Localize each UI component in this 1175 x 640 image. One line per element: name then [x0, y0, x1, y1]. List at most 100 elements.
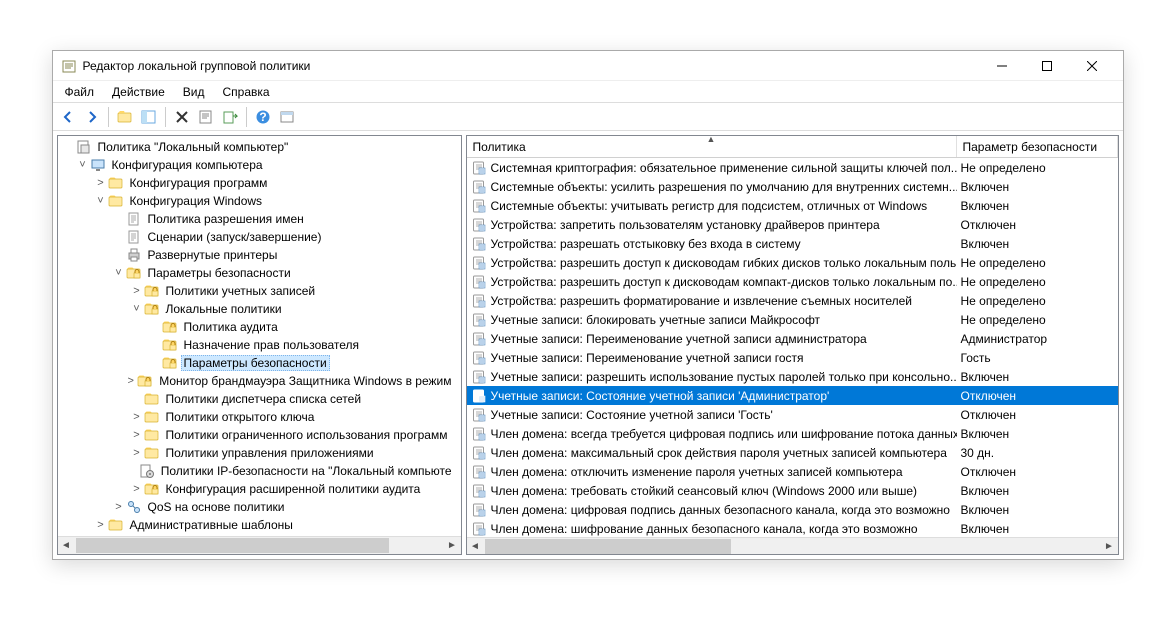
delete-button[interactable]	[171, 106, 193, 128]
tree-item-label: Политики ограниченного использования про…	[163, 427, 451, 443]
tree-item[interactable]: ˅Локальные политики	[58, 300, 461, 318]
expand-toggle[interactable]: ˅	[76, 159, 90, 171]
policy-name: Член домена: требовать стойкий сеансовый…	[491, 484, 918, 498]
close-button[interactable]	[1070, 52, 1115, 80]
up-button[interactable]	[114, 106, 136, 128]
forward-button[interactable]	[81, 106, 103, 128]
tree-item[interactable]: Политика разрешения имен	[58, 210, 461, 228]
list-row[interactable]: Член домена: цифровая подпись данных без…	[467, 500, 1118, 519]
tree-item-label: Политики диспетчера списка сетей	[163, 391, 365, 407]
tree-item[interactable]: ˅Конфигурация компьютера	[58, 156, 461, 174]
tree-item-label: Конфигурация расширенной политики аудита	[163, 481, 424, 497]
list-row[interactable]: Учетные записи: Состояние учетной записи…	[467, 405, 1118, 424]
list-header: Политика ▲ Параметр безопасности	[467, 136, 1118, 158]
scroll-right-icon[interactable]: ►	[444, 537, 461, 554]
tree-item[interactable]: Политика "Локальный компьютер"	[58, 138, 461, 156]
scroll-right-icon[interactable]: ►	[1101, 538, 1118, 555]
tree-item[interactable]: ˃ QoS на основе политики	[58, 498, 461, 516]
window: Редактор локальной групповой политики Фа…	[52, 50, 1124, 560]
list-row[interactable]: Устройства: разрешить форматирование и и…	[467, 291, 1118, 310]
menu-action[interactable]: Действие	[104, 83, 173, 101]
list-pane: Политика ▲ Параметр безопасности Системн…	[466, 135, 1119, 555]
expand-toggle[interactable]: ˃	[130, 447, 144, 459]
properties-button[interactable]	[195, 106, 217, 128]
tree-item[interactable]: Назначение прав пользователя	[58, 336, 461, 354]
tree-item[interactable]: Параметры безопасности	[58, 354, 461, 372]
list-row[interactable]: Учетные записи: Переименование учетной з…	[467, 348, 1118, 367]
list-row[interactable]: Учетные записи: блокировать учетные запи…	[467, 310, 1118, 329]
list-row[interactable]: Член домена: максимальный срок действия …	[467, 443, 1118, 462]
maximize-button[interactable]	[1025, 52, 1070, 80]
menu-help[interactable]: Справка	[215, 83, 278, 101]
list-row[interactable]: Системные объекты: учитывать регистр для…	[467, 196, 1118, 215]
export-button[interactable]	[219, 106, 241, 128]
tree-item[interactable]: ˃ Политики ограниченного использования пр…	[58, 426, 461, 444]
expand-toggle[interactable]: ˅	[112, 267, 126, 279]
tree-item-label: Политика аудита	[181, 319, 281, 335]
menu-view[interactable]: Вид	[175, 83, 213, 101]
tree-item[interactable]: Развернутые принтеры	[58, 246, 461, 264]
tree-item[interactable]: ˃Политики управления приложениями	[58, 444, 461, 462]
list-row[interactable]: Устройства: разрешить доступ к дисковода…	[467, 272, 1118, 291]
view-button[interactable]	[276, 106, 298, 128]
show-hide-tree-button[interactable]	[138, 106, 160, 128]
tree-item[interactable]: ˃Конфигурация программ	[58, 174, 461, 192]
expand-toggle[interactable]: ˅	[130, 303, 144, 315]
list-row[interactable]: Член домена: требовать стойкий сеансовый…	[467, 481, 1118, 500]
folder-lock-icon	[144, 481, 160, 497]
tree-item-label: QoS на основе политики	[145, 499, 288, 515]
expand-toggle[interactable]: ˅	[94, 195, 108, 207]
tree-item[interactable]: ˅ Конфигурация Windows	[58, 192, 461, 210]
tree-item[interactable]: ˅Параметры безопасности	[58, 264, 461, 282]
list-hscrollbar[interactable]: ◄ ►	[467, 537, 1118, 554]
tree-item[interactable]: ˃ Конфигурация расширенной политики аудит…	[58, 480, 461, 498]
expand-toggle[interactable]: ˃	[94, 519, 108, 531]
list-row[interactable]: Устройства: разрешать отстыковку без вхо…	[467, 234, 1118, 253]
menu-file[interactable]: Файл	[57, 83, 103, 101]
list-row[interactable]: Устройства: запретить пользователям уста…	[467, 215, 1118, 234]
tree-item-label: Конфигурация Windows	[127, 193, 266, 209]
minimize-button[interactable]	[980, 52, 1025, 80]
list-body[interactable]: Системная криптография: обязательное при…	[467, 158, 1118, 537]
document-icon	[126, 211, 142, 227]
list-row[interactable]: Учетные записи: Переименование учетной з…	[467, 329, 1118, 348]
tree-item[interactable]: Политики IP-безопасности на "Локальный к…	[58, 462, 461, 480]
policy-name: Учетные записи: Состояние учетной записи…	[491, 408, 773, 422]
tree-pane[interactable]: Политика "Локальный компьютер"˅Конфигура…	[57, 135, 462, 555]
tree-item[interactable]: Политика аудита	[58, 318, 461, 336]
list-row[interactable]: Системные объекты: усилить разрешения по…	[467, 177, 1118, 196]
list-row[interactable]: Член домена: отключить изменение пароля …	[467, 462, 1118, 481]
tree-hscrollbar[interactable]: ◄ ►	[58, 536, 461, 553]
tree-item[interactable]: Сценарии (запуск/завершение)	[58, 228, 461, 246]
list-row[interactable]: Системная криптография: обязательное при…	[467, 158, 1118, 177]
policy-name: Устройства: разрешить доступ к дисковода…	[491, 256, 957, 270]
expand-toggle[interactable]: ˃	[112, 501, 126, 513]
list-row[interactable]: Учетные записи: Состояние учетной записи…	[467, 386, 1118, 405]
tree-item-label: Политики учетных записей	[163, 283, 319, 299]
expand-toggle[interactable]: ˃	[130, 429, 144, 441]
list-row[interactable]: Член домена: шифрование данных безопасно…	[467, 519, 1118, 537]
tree: Политика "Локальный компьютер"˅Конфигура…	[58, 136, 461, 536]
column-policy[interactable]: Политика ▲	[467, 136, 957, 157]
back-button[interactable]	[57, 106, 79, 128]
list-row[interactable]: Член домена: всегда требуется цифровая п…	[467, 424, 1118, 443]
tree-item[interactable]: Политики диспетчера списка сетей	[58, 390, 461, 408]
expand-toggle[interactable]: ˃	[124, 375, 137, 387]
column-param[interactable]: Параметр безопасности	[957, 136, 1118, 157]
tree-item[interactable]: ˃ Политики открытого ключа	[58, 408, 461, 426]
policy-name: Устройства: разрешить форматирование и и…	[491, 294, 913, 308]
tree-item[interactable]: ˃Административные шаблоны	[58, 516, 461, 534]
tree-item-label: Политики открытого ключа	[163, 409, 318, 425]
expand-toggle[interactable]: ˃	[94, 177, 108, 189]
expand-toggle[interactable]: ˃	[130, 483, 144, 495]
help-button[interactable]: ?	[252, 106, 274, 128]
tree-item[interactable]: ˃ Политики учетных записей	[58, 282, 461, 300]
tree-item[interactable]: ˃Монитор брандмауэра Защитника Windows в…	[58, 372, 461, 390]
list-row[interactable]: Учетные записи: разрешить использование …	[467, 367, 1118, 386]
expand-toggle[interactable]: ˃	[130, 411, 144, 423]
policy-value: Не определено	[957, 313, 1118, 327]
list-row[interactable]: Устройства: разрешить доступ к дисковода…	[467, 253, 1118, 272]
scroll-left-icon[interactable]: ◄	[58, 537, 75, 554]
scroll-left-icon[interactable]: ◄	[467, 538, 484, 555]
expand-toggle[interactable]: ˃	[130, 285, 144, 297]
